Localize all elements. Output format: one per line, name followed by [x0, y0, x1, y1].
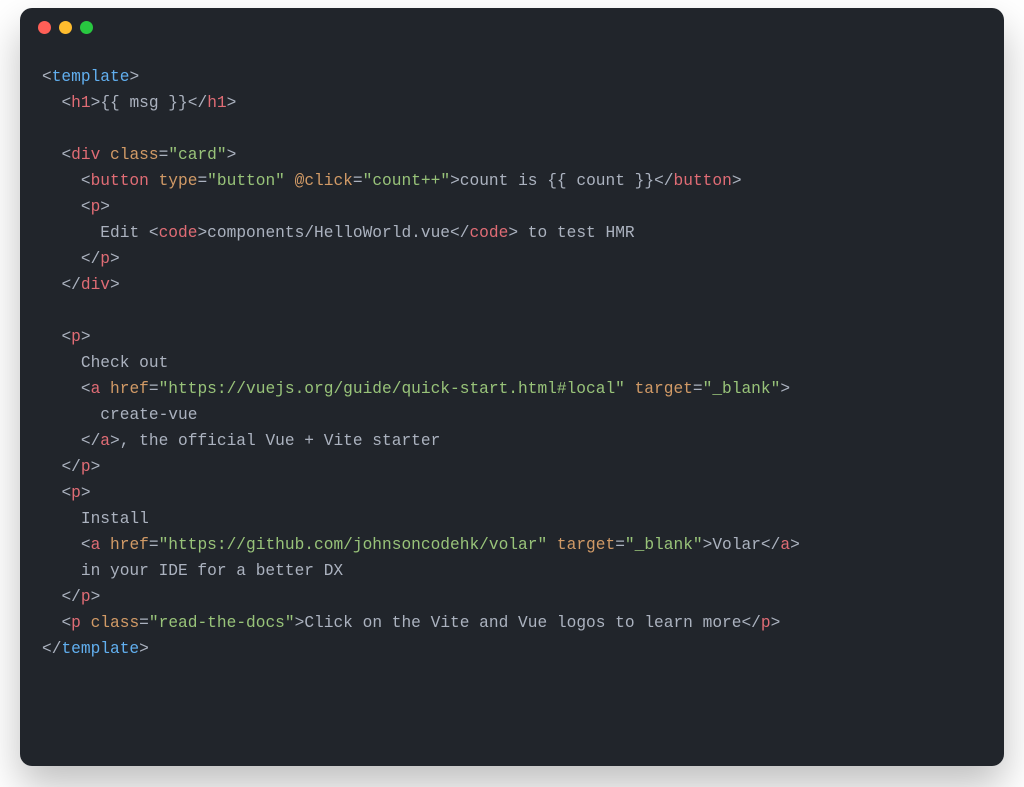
- window-close-dot[interactable]: [38, 21, 51, 34]
- window-minimize-dot[interactable]: [59, 21, 72, 34]
- editor-window: <template> <h1>{{ msg }}</h1> <div class…: [20, 8, 1004, 766]
- expr-msg: {{ msg }}: [100, 94, 187, 112]
- tag-div: div: [71, 146, 100, 164]
- tag-h1: h1: [71, 94, 90, 112]
- button-text: count is {{ count }}: [460, 172, 654, 190]
- tag-template-close: template: [61, 640, 139, 658]
- code-block: <template> <h1>{{ msg }}</h1> <div class…: [20, 46, 1004, 684]
- window-zoom-dot[interactable]: [80, 21, 93, 34]
- tag-template-open: template: [52, 68, 130, 86]
- tag-button: button: [91, 172, 149, 190]
- titlebar: [20, 8, 1004, 46]
